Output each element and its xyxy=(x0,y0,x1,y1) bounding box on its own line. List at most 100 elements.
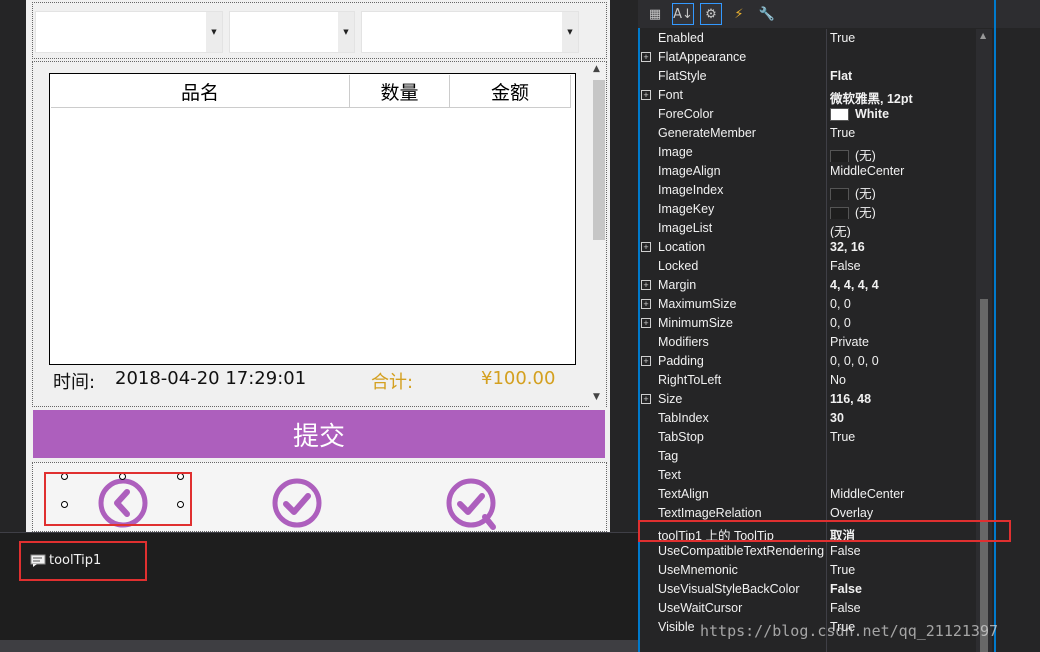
confirm-button[interactable] xyxy=(269,477,325,533)
property-value[interactable]: 30 xyxy=(830,411,976,428)
search-confirm-button[interactable] xyxy=(443,477,499,533)
chevron-down-icon[interactable]: ▼ xyxy=(562,12,578,52)
property-value[interactable]: (无) xyxy=(830,221,976,238)
property-value[interactable]: False xyxy=(830,544,976,561)
combo-box-3[interactable]: ▼ xyxy=(361,11,579,53)
property-name: Size xyxy=(658,392,683,406)
categorized-icon[interactable]: ▦ xyxy=(644,3,666,25)
property-value[interactable]: White xyxy=(830,107,976,124)
property-value[interactable] xyxy=(830,468,976,485)
property-row[interactable]: Modifiers Private xyxy=(638,333,976,352)
property-value[interactable]: MiddleCenter xyxy=(830,164,976,181)
property-value[interactable] xyxy=(830,449,976,466)
property-row[interactable]: UseCompatibleTextRendering False xyxy=(638,542,976,561)
property-row[interactable]: FlatStyle Flat xyxy=(638,67,976,86)
property-name: ImageKey xyxy=(658,202,715,216)
property-row[interactable]: TabIndex 30 xyxy=(638,409,976,428)
property-row[interactable]: Locked False xyxy=(638,257,976,276)
property-value[interactable]: 0, 0 xyxy=(830,316,976,333)
combo-box-2[interactable]: ▼ xyxy=(229,11,355,53)
column-separator[interactable] xyxy=(826,29,827,652)
property-row[interactable]: UseVisualStyleBackColor False xyxy=(638,580,976,599)
property-row[interactable]: UseWaitCursor False xyxy=(638,599,976,618)
expand-plus-icon[interactable]: + xyxy=(641,90,651,100)
property-row[interactable]: TabStop True xyxy=(638,428,976,447)
scroll-down-icon[interactable]: ▼ xyxy=(593,392,600,402)
property-row[interactable]: ImageList (无) xyxy=(638,219,976,238)
property-value[interactable]: No xyxy=(830,373,976,390)
property-value[interactable]: 微软雅黑, 12pt xyxy=(830,88,976,105)
column-header-amount[interactable]: 金额 xyxy=(450,75,571,107)
expand-plus-icon[interactable]: + xyxy=(641,52,651,62)
property-value[interactable] xyxy=(830,50,976,67)
property-row[interactable]: ImageAlign MiddleCenter xyxy=(638,162,976,181)
property-value[interactable]: Flat xyxy=(830,69,976,86)
property-row[interactable]: GenerateMember True xyxy=(638,124,976,143)
color-swatch xyxy=(830,207,849,219)
property-row[interactable]: TextAlign MiddleCenter xyxy=(638,485,976,504)
property-row[interactable]: Text xyxy=(638,466,976,485)
property-row[interactable]: Tag xyxy=(638,447,976,466)
property-value[interactable]: (无) xyxy=(830,145,976,162)
property-row[interactable]: Image (无) xyxy=(638,143,976,162)
scroll-up-icon[interactable]: ▲ xyxy=(980,31,986,40)
scroll-thumb[interactable] xyxy=(980,299,988,652)
property-row[interactable]: + FlatAppearance xyxy=(638,48,976,67)
column-header-name[interactable]: 品名 xyxy=(51,75,350,107)
scroll-up-icon[interactable]: ▲ xyxy=(593,64,600,74)
property-value[interactable]: True xyxy=(830,31,976,48)
property-value[interactable]: (无) xyxy=(830,202,976,219)
property-name: Font xyxy=(658,88,684,102)
property-row[interactable]: ForeColor White xyxy=(638,105,976,124)
alphabetical-icon[interactable]: A↓ xyxy=(672,3,694,25)
events-icon[interactable]: ⚡ xyxy=(728,3,750,25)
property-row[interactable]: + Location 32, 16 xyxy=(638,238,976,257)
property-row[interactable]: + MinimumSize 0, 0 xyxy=(638,314,976,333)
property-value[interactable]: 116, 48 xyxy=(830,392,976,409)
property-value[interactable]: (无) xyxy=(830,183,976,200)
expand-plus-icon[interactable]: + xyxy=(641,280,651,290)
property-row[interactable]: ImageKey (无) xyxy=(638,200,976,219)
property-value[interactable]: True xyxy=(830,563,976,580)
tray-horizontal-scrollbar[interactable] xyxy=(0,640,638,652)
property-value[interactable]: 0, 0, 0, 0 xyxy=(830,354,976,371)
property-row[interactable]: + MaximumSize 0, 0 xyxy=(638,295,976,314)
property-row[interactable]: + Margin 4, 4, 4, 4 xyxy=(638,276,976,295)
property-value[interactable]: 32, 16 xyxy=(830,240,976,257)
property-row[interactable]: UseMnemonic True xyxy=(638,561,976,580)
property-value[interactable]: 0, 0 xyxy=(830,297,976,314)
property-pages-icon[interactable]: 🔧 xyxy=(756,3,778,25)
chevron-down-icon[interactable]: ▼ xyxy=(206,12,222,52)
property-row[interactable]: Enabled True xyxy=(638,29,976,48)
panel-scrollbar[interactable]: ▲ ▼ xyxy=(590,62,606,408)
property-row[interactable]: + Font 微软雅黑, 12pt xyxy=(638,86,976,105)
properties-icon[interactable]: ⚙ xyxy=(700,3,722,25)
property-row[interactable]: ImageIndex (无) xyxy=(638,181,976,200)
order-grid[interactable]: 品名 数量 金额 xyxy=(49,73,576,365)
expand-plus-icon[interactable]: + xyxy=(641,394,651,404)
property-value[interactable]: False xyxy=(830,582,976,599)
expand-plus-icon[interactable]: + xyxy=(641,318,651,328)
expand-plus-icon[interactable]: + xyxy=(641,356,651,366)
submit-button[interactable]: 提交 xyxy=(33,410,605,458)
property-value[interactable]: MiddleCenter xyxy=(830,487,976,504)
property-value[interactable]: True xyxy=(830,430,976,447)
property-value[interactable]: Private xyxy=(830,335,976,352)
property-value[interactable]: False xyxy=(830,259,976,276)
property-value[interactable]: 4, 4, 4, 4 xyxy=(830,278,976,295)
property-value[interactable]: False xyxy=(830,601,976,618)
time-label: 时间: xyxy=(53,372,96,393)
column-header-quantity[interactable]: 数量 xyxy=(350,75,450,107)
expand-plus-icon[interactable]: + xyxy=(641,242,651,252)
chevron-down-icon[interactable]: ▼ xyxy=(338,12,354,52)
combo-box-1[interactable]: ▼ xyxy=(35,11,223,53)
property-row[interactable]: + Size 116, 48 xyxy=(638,390,976,409)
property-row[interactable]: RightToLeft No xyxy=(638,371,976,390)
property-row[interactable]: + Padding 0, 0, 0, 0 xyxy=(638,352,976,371)
scroll-thumb[interactable] xyxy=(593,80,605,240)
property-value[interactable]: True xyxy=(830,126,976,143)
expand-plus-icon[interactable]: + xyxy=(641,299,651,309)
properties-scrollbar[interactable]: ▲ xyxy=(976,29,992,652)
property-name: FlatAppearance xyxy=(658,50,747,64)
property-value-text: 116, 48 xyxy=(830,392,872,406)
